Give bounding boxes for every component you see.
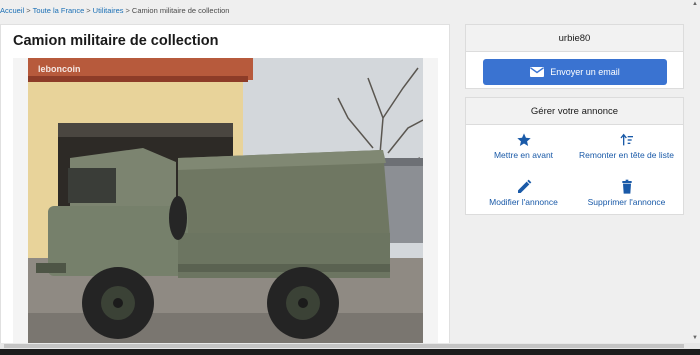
breadcrumb-home-link[interactable]: Accueil — [0, 6, 24, 15]
listing-photo[interactable]: leboncoin — [28, 58, 423, 348]
seller-name[interactable]: urbie80 — [466, 25, 683, 52]
send-email-button[interactable]: Envoyer un email — [483, 59, 667, 85]
taskbar — [0, 349, 700, 355]
photo-watermark: leboncoin — [38, 64, 81, 74]
scroll-down-arrow-icon[interactable]: ▼ — [691, 335, 699, 341]
send-email-label: Envoyer un email — [550, 67, 620, 77]
promote-listing-action[interactable]: Mettre en avant — [476, 132, 571, 161]
delete-listing-action[interactable]: Supprimer l'annonce — [579, 179, 674, 208]
manage-heading: Gérer votre annonce — [466, 98, 683, 125]
photo-gallery[interactable]: leboncoin — [13, 58, 438, 355]
envelope-icon — [530, 67, 545, 77]
scroll-up-arrow-icon[interactable]: ▲ — [691, 1, 699, 7]
breadcrumb-separator: > — [125, 6, 130, 15]
vertical-scrollbar[interactable]: ▲ ▼ — [690, 0, 700, 355]
star-icon — [476, 132, 571, 148]
promote-listing-label: Mettre en avant — [493, 150, 554, 160]
breadcrumb-category-link[interactable]: Utilitaires — [93, 6, 124, 15]
delete-listing-label: Supprimer l'annonce — [587, 197, 666, 207]
manage-actions: Mettre en avant Remonter en tête de list… — [466, 125, 683, 215]
trash-icon — [579, 179, 674, 195]
seller-card: urbie80 Envoyer un email — [465, 24, 684, 89]
breadcrumb-separator: > — [26, 6, 31, 15]
edit-listing-label: Modifier l'annonce — [489, 197, 558, 207]
breadcrumb: Accueil > Toute la France > Utilitaires > Cami… — [0, 6, 229, 15]
bump-listing-action[interactable]: Remonter en tête de liste — [579, 132, 674, 161]
breadcrumb-separator: > — [86, 6, 91, 15]
manage-listing-card: Gérer votre annonce Mettre en avant Remo… — [465, 97, 684, 215]
truck-photo-illustration — [28, 58, 423, 348]
edit-listing-action[interactable]: Modifier l'annonce — [476, 179, 571, 208]
listing-card: Camion militaire de collection leboncoin — [0, 24, 450, 355]
pencil-icon — [476, 179, 571, 195]
bump-listing-label: Remonter en tête de liste — [579, 150, 674, 160]
horizontal-scroll-thumb[interactable] — [4, 344, 684, 348]
breadcrumb-region-link[interactable]: Toute la France — [33, 6, 85, 15]
listing-title: Camion militaire de collection — [13, 33, 219, 49]
breadcrumb-current: Camion militaire de collection — [131, 6, 230, 15]
sort-up-icon — [579, 132, 674, 148]
